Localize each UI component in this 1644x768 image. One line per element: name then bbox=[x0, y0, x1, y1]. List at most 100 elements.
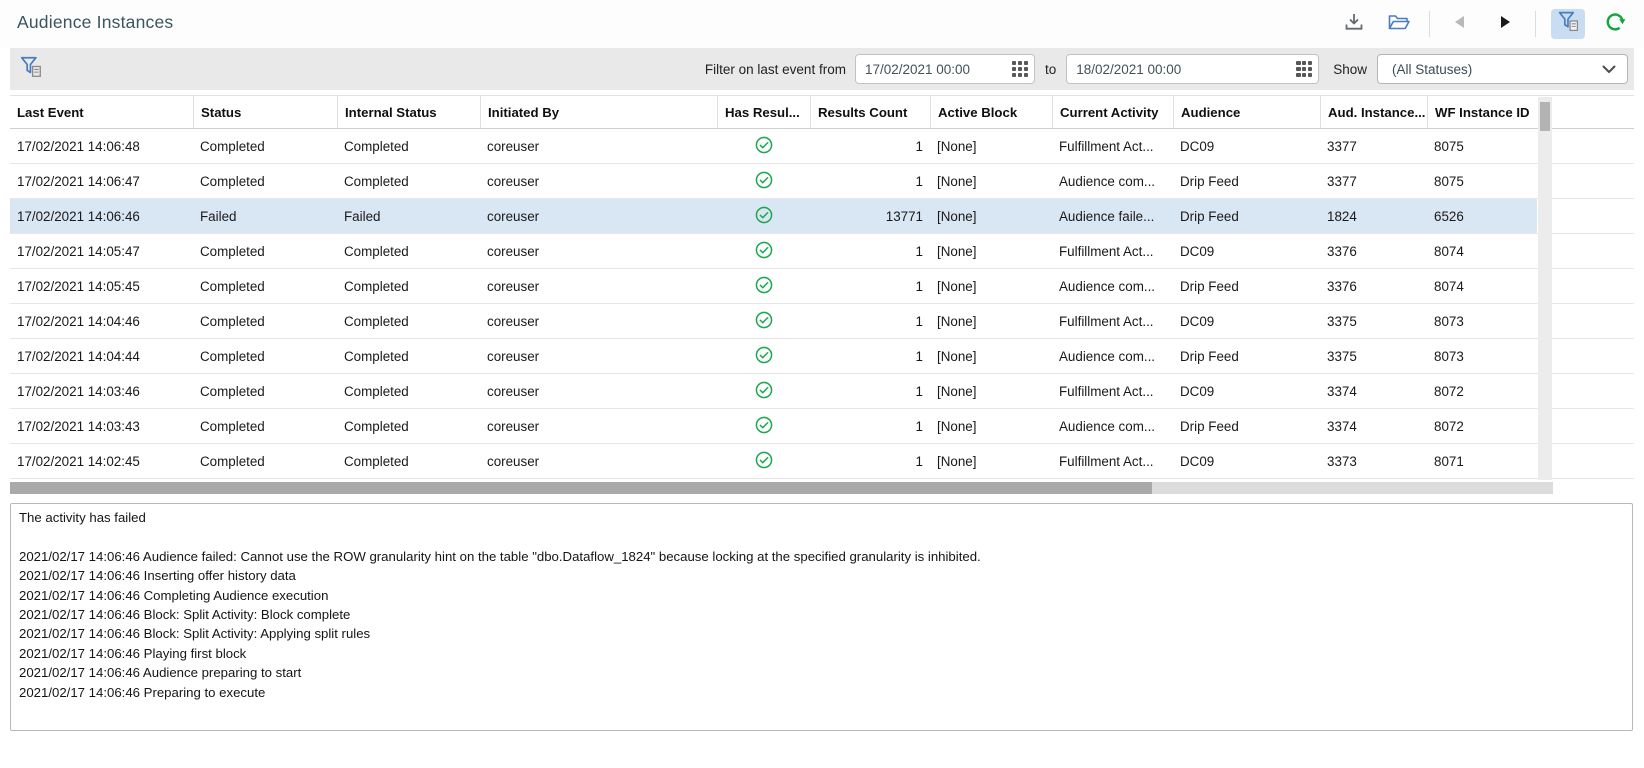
cell-audience: DC09 bbox=[1173, 129, 1320, 163]
column-header-aud-instance[interactable]: Aud. Instance... bbox=[1320, 96, 1427, 128]
cell-last-event: 17/02/2021 14:03:43 bbox=[10, 409, 193, 443]
cell-active-block: [None] bbox=[930, 129, 1052, 163]
date-from-field bbox=[855, 54, 1035, 84]
filter-panel-button[interactable] bbox=[19, 55, 43, 84]
log-line: 2021/02/17 14:06:46 Playing first block bbox=[19, 644, 1622, 663]
cell-current-activity: Audience com... bbox=[1052, 339, 1173, 373]
cell-aud-instance: 3374 bbox=[1320, 374, 1427, 408]
cell-aud-instance: 3373 bbox=[1320, 444, 1427, 478]
column-header-has-results[interactable]: Has Resul... bbox=[717, 96, 810, 128]
cell-active-block: [None] bbox=[930, 409, 1052, 443]
log-line: 2021/02/17 14:06:46 Inserting offer hist… bbox=[19, 566, 1622, 585]
download-button[interactable] bbox=[1339, 9, 1369, 39]
column-header-results-count[interactable]: Results Count bbox=[810, 96, 930, 128]
show-label: Show bbox=[1333, 62, 1367, 77]
success-check-icon bbox=[755, 241, 773, 262]
column-header-internal-status[interactable]: Internal Status bbox=[337, 96, 480, 128]
cell-has-results bbox=[717, 234, 810, 268]
cell-current-activity: Audience faile... bbox=[1052, 199, 1173, 233]
table-row[interactable]: 17/02/2021 14:05:45 Completed Completed … bbox=[10, 269, 1634, 304]
cell-last-event: 17/02/2021 14:05:45 bbox=[10, 269, 193, 303]
cell-has-results bbox=[717, 129, 810, 163]
filter-results-button[interactable] bbox=[1551, 9, 1585, 39]
cell-has-results bbox=[717, 164, 810, 198]
cell-aud-instance: 3377 bbox=[1320, 164, 1427, 198]
detail-panel[interactable]: The activity has failed 2021/02/17 14:06… bbox=[10, 503, 1633, 731]
column-header-active-block[interactable]: Active Block bbox=[930, 96, 1052, 128]
cell-status: Completed bbox=[193, 409, 337, 443]
table-row[interactable]: 17/02/2021 14:06:48 Completed Completed … bbox=[10, 129, 1634, 164]
table-row[interactable]: 17/02/2021 14:06:46 Failed Failed coreus… bbox=[10, 199, 1634, 234]
previous-button[interactable] bbox=[1445, 9, 1475, 39]
cell-has-results bbox=[717, 304, 810, 338]
cell-audience: DC09 bbox=[1173, 234, 1320, 268]
cell-aud-instance: 3375 bbox=[1320, 339, 1427, 373]
table-row[interactable]: 17/02/2021 14:05:47 Completed Completed … bbox=[10, 234, 1634, 269]
cell-wf-instance-id: 8073 bbox=[1427, 304, 1537, 338]
refresh-button[interactable] bbox=[1600, 9, 1630, 39]
filter-to-label: to bbox=[1045, 62, 1056, 77]
cell-audience: DC09 bbox=[1173, 444, 1320, 478]
cell-internal-status: Completed bbox=[337, 409, 480, 443]
cell-internal-status: Failed bbox=[337, 199, 480, 233]
table-row[interactable]: 17/02/2021 14:04:44 Completed Completed … bbox=[10, 339, 1634, 374]
date-from-input[interactable] bbox=[855, 54, 1035, 84]
cell-results-count: 1 bbox=[810, 444, 930, 478]
table-row[interactable]: 17/02/2021 14:06:47 Completed Completed … bbox=[10, 164, 1634, 199]
cell-wf-instance-id: 8075 bbox=[1427, 164, 1537, 198]
cell-initiated-by: coreuser bbox=[480, 234, 717, 268]
cell-current-activity: Audience com... bbox=[1052, 409, 1173, 443]
column-header-current-activity[interactable]: Current Activity bbox=[1052, 96, 1173, 128]
cell-aud-instance: 3376 bbox=[1320, 234, 1427, 268]
previous-icon bbox=[1451, 13, 1469, 36]
cell-results-count: 1 bbox=[810, 129, 930, 163]
success-check-icon bbox=[755, 451, 773, 472]
cell-active-block: [None] bbox=[930, 339, 1052, 373]
cell-wf-instance-id: 8073 bbox=[1427, 339, 1537, 373]
cell-active-block: [None] bbox=[930, 164, 1052, 198]
cell-wf-instance-id: 8074 bbox=[1427, 234, 1537, 268]
horizontal-scrollbar-thumb[interactable] bbox=[10, 482, 1152, 494]
cell-internal-status: Completed bbox=[337, 269, 480, 303]
calendar-icon[interactable] bbox=[1296, 61, 1312, 77]
next-icon bbox=[1496, 13, 1514, 36]
log-line bbox=[19, 527, 1622, 546]
vertical-scrollbar[interactable] bbox=[1538, 97, 1552, 480]
cell-status: Completed bbox=[193, 269, 337, 303]
cell-has-results bbox=[717, 444, 810, 478]
cell-wf-instance-id: 8071 bbox=[1427, 444, 1537, 478]
horizontal-scrollbar[interactable] bbox=[10, 482, 1553, 494]
cell-wf-instance-id: 6526 bbox=[1427, 199, 1537, 233]
column-header-wf-instance-id[interactable]: WF Instance ID bbox=[1427, 96, 1537, 128]
cell-wf-instance-id: 8072 bbox=[1427, 374, 1537, 408]
table-row[interactable]: 17/02/2021 14:02:45 Completed Completed … bbox=[10, 444, 1634, 479]
cell-has-results bbox=[717, 409, 810, 443]
cell-aud-instance: 3375 bbox=[1320, 304, 1427, 338]
open-folder-button[interactable] bbox=[1384, 9, 1414, 39]
next-button[interactable] bbox=[1490, 9, 1520, 39]
cell-results-count: 1 bbox=[810, 164, 930, 198]
cell-last-event: 17/02/2021 14:06:46 bbox=[10, 199, 193, 233]
column-header-initiated-by[interactable]: Initiated By bbox=[480, 96, 717, 128]
cell-audience: Drip Feed bbox=[1173, 409, 1320, 443]
vertical-scrollbar-thumb[interactable] bbox=[1540, 102, 1550, 131]
cell-internal-status: Completed bbox=[337, 129, 480, 163]
table-row[interactable]: 17/02/2021 14:03:43 Completed Completed … bbox=[10, 409, 1634, 444]
cell-initiated-by: coreuser bbox=[480, 129, 717, 163]
cell-initiated-by: coreuser bbox=[480, 164, 717, 198]
table-row[interactable]: 17/02/2021 14:04:46 Completed Completed … bbox=[10, 304, 1634, 339]
success-check-icon bbox=[755, 311, 773, 332]
cell-status: Completed bbox=[193, 164, 337, 198]
cell-initiated-by: coreuser bbox=[480, 304, 717, 338]
date-to-input[interactable] bbox=[1066, 54, 1319, 84]
column-header-last-event[interactable]: Last Event bbox=[10, 96, 193, 128]
table-row[interactable]: 17/02/2021 14:03:46 Completed Completed … bbox=[10, 374, 1634, 409]
column-header-audience[interactable]: Audience bbox=[1173, 96, 1320, 128]
success-check-icon bbox=[755, 136, 773, 157]
status-filter-select[interactable]: (All Statuses) bbox=[1377, 54, 1628, 84]
calendar-icon[interactable] bbox=[1012, 61, 1028, 77]
refresh-icon bbox=[1604, 11, 1626, 38]
column-header-status[interactable]: Status bbox=[193, 96, 337, 128]
cell-audience: Drip Feed bbox=[1173, 339, 1320, 373]
filter-from-label: Filter on last event from bbox=[705, 62, 846, 77]
